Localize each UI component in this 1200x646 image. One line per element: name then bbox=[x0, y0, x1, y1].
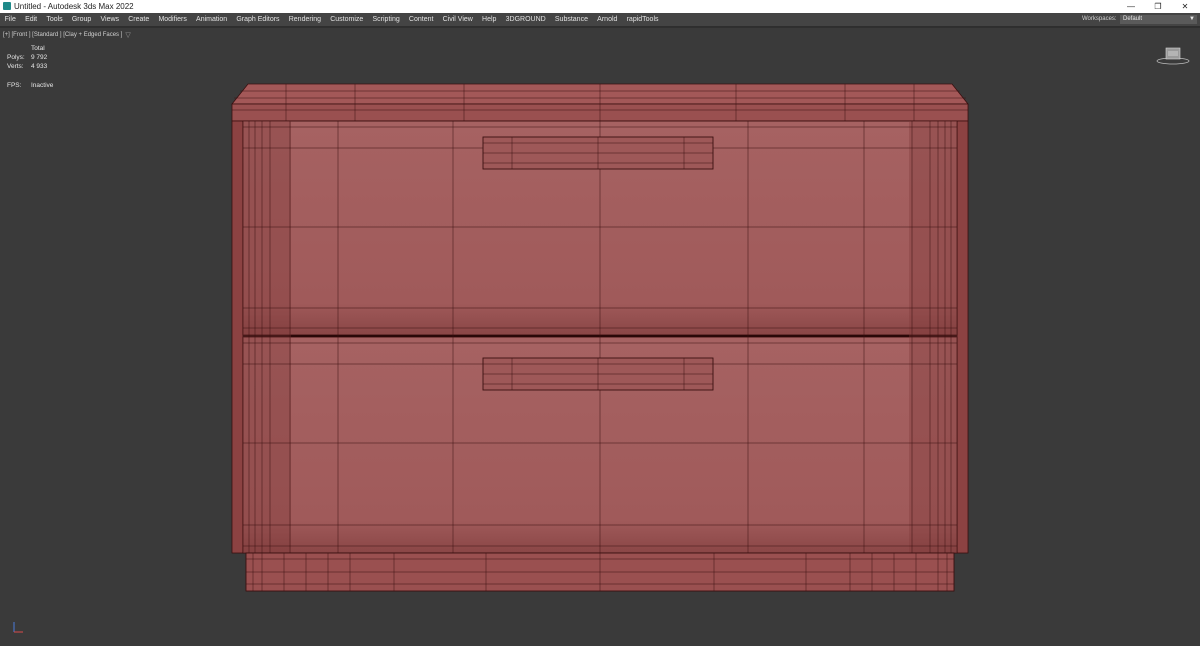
axis-tripod-icon bbox=[13, 622, 23, 633]
chevron-down-icon: ▼ bbox=[1189, 16, 1195, 22]
menu-item-arnold[interactable]: Arnold bbox=[593, 13, 622, 26]
upper-drawer-handle bbox=[482, 136, 714, 170]
menu-item-animation[interactable]: Animation bbox=[191, 13, 231, 26]
workspaces-label: Workspaces: bbox=[1082, 16, 1117, 22]
left-edge-shade bbox=[243, 121, 291, 553]
menu-item-create[interactable]: Create bbox=[124, 13, 154, 26]
menu-item-edit[interactable]: Edit bbox=[20, 13, 41, 26]
menu-item-tools[interactable]: Tools bbox=[42, 13, 68, 26]
menu-item-civil-view[interactable]: Civil View bbox=[438, 13, 477, 26]
left-side-panel bbox=[231, 120, 244, 554]
right-side-panel bbox=[956, 120, 969, 554]
app-logo-icon bbox=[3, 2, 11, 10]
menu-list: File Edit Tools Group Views Create Modifiers An… bbox=[0, 13, 663, 26]
menu-item-rendering[interactable]: Rendering bbox=[284, 13, 326, 26]
right-edge-shade bbox=[909, 121, 957, 553]
window-title: Untitled - Autodesk 3ds Max 2022 bbox=[14, 2, 134, 11]
restore-button[interactable]: ❐ bbox=[1145, 0, 1171, 13]
menu-item-content[interactable]: Content bbox=[404, 13, 438, 26]
menu-item-views[interactable]: Views bbox=[96, 13, 124, 26]
menu-item-file[interactable]: File bbox=[0, 13, 20, 26]
menu-item-scripting[interactable]: Scripting bbox=[368, 13, 404, 26]
menu-item-substance[interactable]: Substance bbox=[550, 13, 592, 26]
menu-item-rapidtools[interactable]: rapidTools bbox=[622, 13, 663, 26]
front-viewport[interactable]: [+] [Front ] [Standard ] [Clay + Edged F… bbox=[0, 27, 1200, 646]
lower-drawer-handle bbox=[482, 357, 714, 391]
menu-item-graph-editors[interactable]: Graph Editors bbox=[232, 13, 284, 26]
menu-item-group[interactable]: Group bbox=[67, 13, 96, 26]
menu-item-customize[interactable]: Customize bbox=[326, 13, 368, 26]
menu-item-help[interactable]: Help bbox=[477, 13, 501, 26]
menu-bar: File Edit Tools Group Views Create Modifiers An… bbox=[0, 13, 1200, 27]
workspace-value: Default bbox=[1123, 16, 1143, 22]
close-button[interactable]: ✕ bbox=[1172, 0, 1198, 13]
workspace-dropdown[interactable]: Default ▼ bbox=[1120, 15, 1197, 24]
minimize-button[interactable]: — bbox=[1118, 0, 1144, 13]
nightstand-model[interactable] bbox=[0, 28, 1200, 646]
menu-item-3dground[interactable]: 3DGROUND bbox=[501, 13, 550, 26]
menu-item-modifiers[interactable]: Modifiers bbox=[154, 13, 192, 26]
title-bar: Untitled - Autodesk 3ds Max 2022 — ❐ ✕ bbox=[0, 0, 1200, 13]
